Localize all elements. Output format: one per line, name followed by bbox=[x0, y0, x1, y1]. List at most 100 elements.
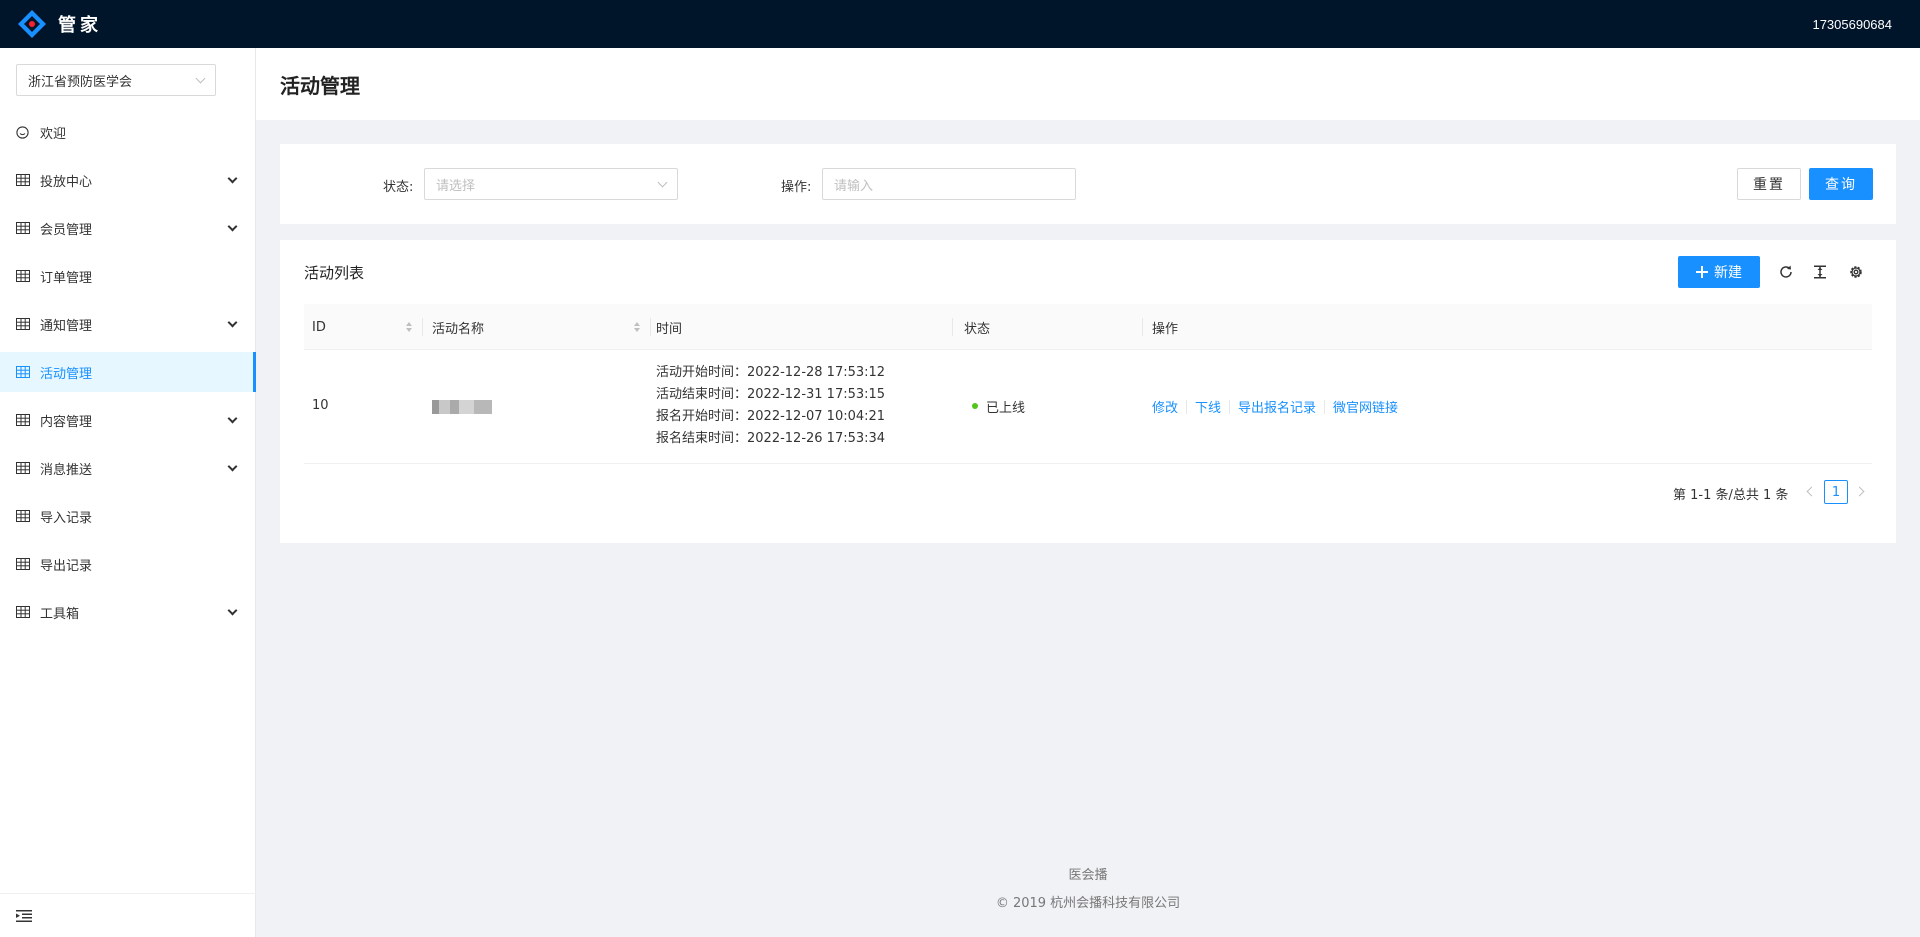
sidebar-item[interactable]: 欢迎 bbox=[0, 112, 256, 152]
row-actions: 修改 下线 导出报名记录 微官网链接 bbox=[1152, 397, 1398, 416]
activity-end-time: 活动结束时间：2022-12-31 17:53:15 bbox=[656, 387, 886, 402]
table-title: 活动列表 bbox=[304, 264, 365, 282]
settings-button[interactable] bbox=[1846, 262, 1866, 282]
table-icon bbox=[16, 366, 30, 378]
column-header-label: 活动名称 bbox=[432, 321, 485, 337]
sidebar-item[interactable]: 工具箱 bbox=[0, 592, 256, 632]
sidebar-item[interactable]: 导出记录 bbox=[0, 544, 256, 584]
operation-input-placeholder: 请输入 bbox=[834, 178, 874, 194]
operation-label: 操作: bbox=[781, 180, 812, 195]
sidebar-item[interactable]: 内容管理 bbox=[0, 400, 256, 440]
sidebar-item[interactable]: 投放中心 bbox=[0, 160, 256, 200]
action-divider bbox=[1186, 399, 1188, 414]
table-icon bbox=[16, 318, 30, 330]
chevron-down-icon bbox=[227, 221, 238, 231]
sidebar-item[interactable]: 消息推送 bbox=[0, 448, 256, 488]
page-1-button[interactable]: 1 bbox=[1824, 480, 1848, 504]
logo-icon bbox=[16, 8, 48, 40]
page-header: 活动管理 bbox=[256, 48, 1920, 120]
query-button[interactable]: 查询 bbox=[1809, 168, 1873, 200]
operation-input[interactable]: 请输入 bbox=[822, 168, 1076, 200]
menu-fold-icon bbox=[16, 909, 32, 922]
sidebar-item-label: 活动管理 bbox=[40, 366, 93, 382]
column-header-label: ID bbox=[312, 319, 326, 335]
column-divider bbox=[1142, 318, 1143, 336]
sidebar: 浙江省预防医学会 欢迎投放中心会员管理订单管理通知管理活动管理内容管理消息推送导… bbox=[0, 48, 256, 937]
brand-name: 管家 bbox=[58, 15, 102, 36]
table-header: ID 活动名称 时间 状态 操作 bbox=[304, 304, 1872, 350]
prev-page-icon[interactable] bbox=[1806, 486, 1817, 497]
pagination-summary: 第 1-1 条/总共 1 条 bbox=[1673, 488, 1789, 503]
sidebar-menu: 欢迎投放中心会员管理订单管理通知管理活动管理内容管理消息推送导入记录导出记录工具… bbox=[0, 112, 256, 640]
sidebar-item-label: 订单管理 bbox=[40, 270, 93, 286]
status-select[interactable]: 请选择 bbox=[424, 168, 678, 200]
plus-icon bbox=[1696, 266, 1708, 278]
status-badge: 已上线 bbox=[986, 401, 1026, 416]
column-header-actions: 操作 bbox=[1144, 304, 1544, 350]
density-button[interactable] bbox=[1810, 262, 1830, 282]
offline-link[interactable]: 下线 bbox=[1195, 397, 1221, 416]
activity-start-time: 活动开始时间：2022-12-28 17:53:12 bbox=[656, 365, 886, 380]
sidebar-item[interactable]: 会员管理 bbox=[0, 208, 256, 248]
table-row: 10 活动开始时间：2022-12-28 17:53:12 活动结束时间：202… bbox=[304, 350, 1872, 464]
sidebar-item[interactable]: 订单管理 bbox=[0, 256, 256, 296]
sidebar-item-label: 导入记录 bbox=[40, 510, 93, 526]
micro-site-link[interactable]: 微官网链接 bbox=[1333, 397, 1398, 416]
column-header-time: 时间 bbox=[648, 304, 948, 350]
column-height-icon bbox=[1814, 265, 1826, 279]
reload-button[interactable] bbox=[1776, 262, 1796, 282]
sidebar-item-label: 内容管理 bbox=[40, 414, 93, 430]
chevron-down-icon bbox=[195, 73, 206, 83]
status-label: 状态: bbox=[383, 180, 414, 195]
sort-icon[interactable] bbox=[633, 321, 641, 333]
sidebar-item-label: 投放中心 bbox=[40, 174, 93, 190]
top-navbar: 管家 17305690684 bbox=[0, 0, 1920, 48]
sidebar-item[interactable]: 活动管理 bbox=[0, 352, 256, 392]
chevron-down-icon bbox=[227, 605, 238, 615]
menu-fold-button[interactable] bbox=[0, 893, 256, 937]
copyright-icon: © bbox=[995, 896, 1009, 911]
status-select-placeholder: 请选择 bbox=[436, 178, 476, 194]
status-dot bbox=[972, 403, 978, 409]
chevron-down-icon bbox=[657, 177, 668, 187]
table-icon bbox=[16, 414, 30, 426]
column-header-label: 时间 bbox=[656, 321, 683, 337]
search-form: 状态: 请选择 操作: 请输入 重置 查询 bbox=[280, 144, 1896, 224]
gear-icon bbox=[1850, 266, 1862, 278]
chevron-down-icon bbox=[227, 173, 238, 183]
sidebar-item-label: 欢迎 bbox=[40, 126, 67, 142]
signup-start-time: 报名开始时间：2022-12-07 10:04:21 bbox=[656, 409, 886, 424]
sidebar-item-label: 导出记录 bbox=[40, 558, 93, 574]
export-signups-link[interactable]: 导出报名记录 bbox=[1238, 397, 1316, 416]
chevron-down-icon bbox=[227, 413, 238, 423]
sort-icon[interactable] bbox=[405, 321, 413, 333]
reset-button[interactable]: 重置 bbox=[1737, 168, 1801, 200]
new-button-label: 新建 bbox=[1714, 265, 1742, 281]
reload-icon bbox=[1780, 265, 1792, 278]
column-header-label: 状态 bbox=[964, 321, 991, 337]
new-button[interactable]: 新建 bbox=[1678, 256, 1760, 288]
table-icon bbox=[16, 174, 30, 186]
chevron-down-icon bbox=[227, 317, 238, 327]
footer-copyright: © 2019 杭州会播科技有限公司 bbox=[256, 892, 1920, 911]
column-divider bbox=[422, 318, 423, 336]
table-icon bbox=[16, 510, 30, 522]
next-page-icon[interactable] bbox=[1854, 486, 1865, 497]
sidebar-item[interactable]: 导入记录 bbox=[0, 496, 256, 536]
column-header-name[interactable]: 活动名称 bbox=[424, 304, 650, 350]
table-icon bbox=[16, 462, 30, 474]
footer-brand[interactable]: 医会播 bbox=[256, 864, 1920, 883]
org-select[interactable]: 浙江省预防医学会 bbox=[16, 64, 216, 96]
column-divider bbox=[952, 318, 953, 336]
sidebar-item[interactable]: 通知管理 bbox=[0, 304, 256, 344]
action-divider bbox=[1229, 399, 1231, 414]
sidebar-item-label: 通知管理 bbox=[40, 318, 93, 334]
account-name[interactable]: 17305690684 bbox=[1812, 17, 1892, 32]
edit-link[interactable]: 修改 bbox=[1152, 397, 1178, 416]
column-header-label: 操作 bbox=[1152, 321, 1179, 337]
sidebar-item-label: 消息推送 bbox=[40, 462, 93, 478]
cell-id: 10 bbox=[312, 398, 329, 413]
smile-icon bbox=[16, 126, 30, 139]
sidebar-item-label: 工具箱 bbox=[40, 606, 80, 622]
brand[interactable]: 管家 bbox=[16, 8, 102, 40]
